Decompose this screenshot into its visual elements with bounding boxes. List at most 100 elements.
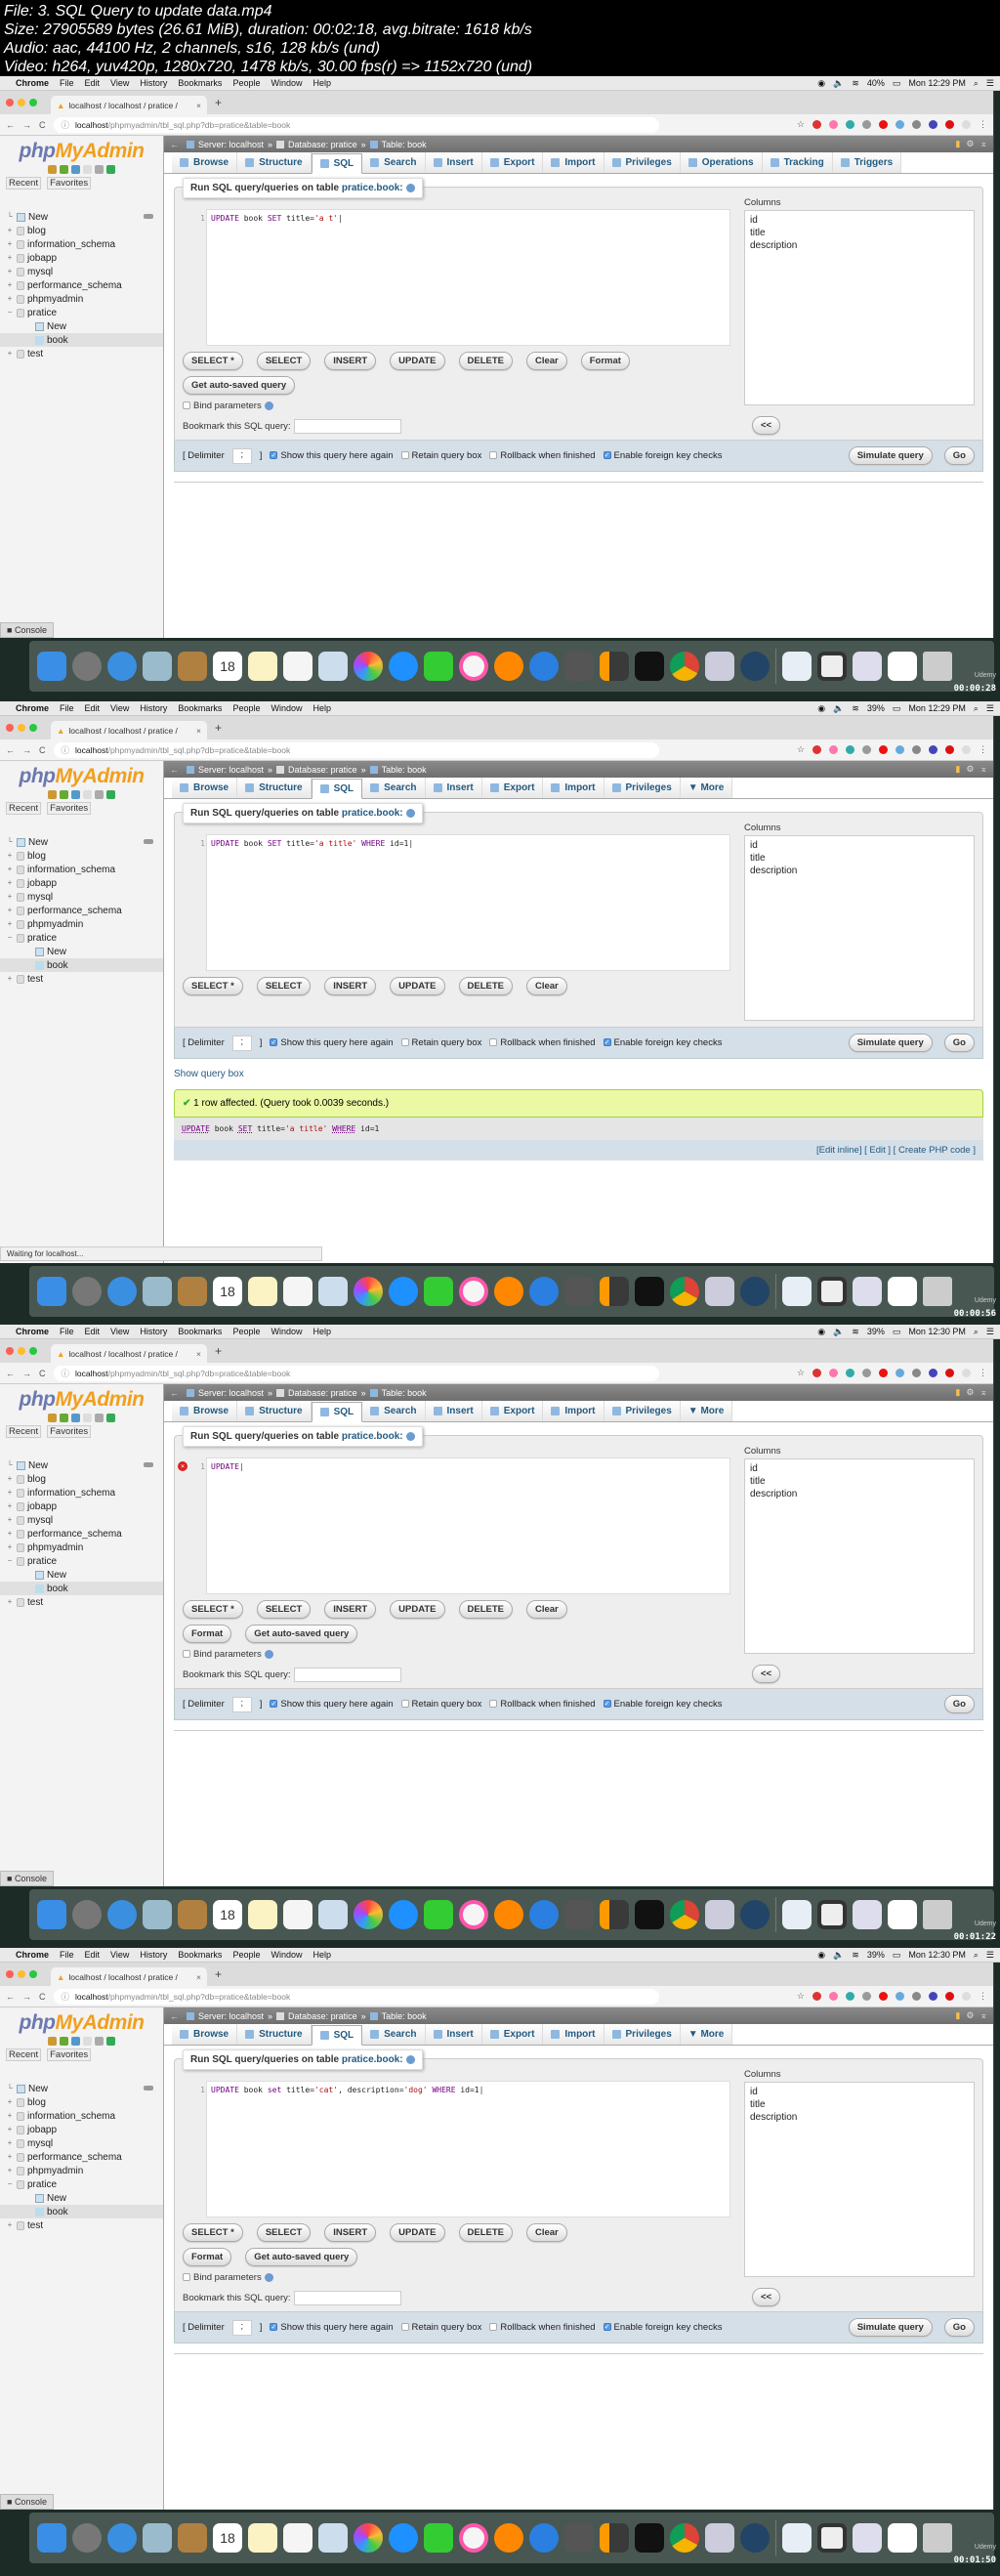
info-icon[interactable]: ⓘ	[62, 119, 70, 131]
menu-bookmarks[interactable]: Bookmarks	[178, 78, 222, 88]
opera-icon[interactable]	[879, 1992, 888, 2001]
collapse-top-icon[interactable]: ⌅	[979, 139, 987, 149]
menu-window[interactable]: Window	[271, 1950, 302, 1960]
tab-import[interactable]: Import	[543, 2024, 604, 2045]
reload-nav-icon[interactable]	[106, 1414, 115, 1422]
tab-browse[interactable]: Browse	[172, 778, 238, 798]
retain-checkbox[interactable]	[400, 1700, 409, 1709]
delimiter-input[interactable]: ;	[231, 2319, 252, 2336]
collapse-top-icon[interactable]: ⌅	[979, 2010, 987, 2021]
tree-item-pratice[interactable]: − pratice	[0, 306, 163, 319]
extension-icon[interactable]	[812, 120, 821, 129]
option-rollback[interactable]: Rollback when finished	[489, 450, 596, 461]
collapse-icon[interactable]: −	[6, 2180, 14, 2188]
lock-icon[interactable]: ▮	[955, 2010, 960, 2021]
extension-icon[interactable]	[896, 120, 904, 129]
preview-icon[interactable]	[318, 1900, 348, 1929]
expand-icon[interactable]: +	[6, 2098, 14, 2106]
sql-editor[interactable]: 1 UPDATE book SET title='a title' WHERE i…	[200, 834, 730, 971]
help-icon[interactable]	[71, 2037, 80, 2046]
spotlight-icon[interactable]: ⌕	[974, 1327, 979, 1337]
tree-item-mysql[interactable]: + mysql	[0, 265, 163, 278]
breadcrumb-server[interactable]: Server: localhost	[198, 1388, 264, 1398]
window-thumbnail[interactable]	[817, 652, 847, 681]
system-preferences-icon[interactable]	[564, 652, 594, 681]
tab-search[interactable]: Search	[362, 1401, 426, 1421]
tree-item-jobapp[interactable]: + jobapp	[0, 1499, 163, 1513]
delete-button[interactable]: DELETE	[458, 2223, 513, 2242]
select-button[interactable]: SELECT	[256, 2223, 312, 2242]
tab-structure[interactable]: Structure	[237, 2024, 312, 2045]
menu-help[interactable]: Help	[312, 1327, 331, 1336]
tree-item-pratice[interactable]: − pratice	[0, 2177, 163, 2191]
contacts-icon[interactable]	[178, 1900, 207, 1929]
breadcrumb-server[interactable]: Server: localhost	[198, 765, 264, 775]
breadcrumb-database[interactable]: Database: pratice	[288, 2011, 357, 2021]
rollback-checkbox[interactable]	[489, 1700, 498, 1709]
facetime-icon[interactable]	[424, 1277, 453, 1306]
tab-export[interactable]: Export	[481, 778, 544, 798]
reload-nav-icon[interactable]	[106, 165, 115, 174]
bookmark-star-icon[interactable]: ☆	[797, 744, 805, 755]
tree-item-blog[interactable]: + blog	[0, 224, 163, 237]
simulate-query-button[interactable]: Simulate query	[848, 446, 933, 465]
option-show-again[interactable]: ✓ Show this query here again	[270, 1699, 394, 1710]
maximize-window-button[interactable]	[29, 1347, 37, 1355]
profile-icon[interactable]	[962, 120, 971, 129]
option-fk-checks[interactable]: ✓ Enable foreign key checks	[603, 2322, 722, 2333]
logout-icon[interactable]	[60, 165, 68, 174]
menu-history[interactable]: History	[140, 703, 167, 713]
extension-icon[interactable]	[929, 120, 938, 129]
docs-icon[interactable]	[83, 2037, 92, 2046]
menu-view[interactable]: View	[110, 1950, 129, 1960]
insert-button[interactable]: INSERT	[324, 352, 377, 370]
sublime-text-icon[interactable]	[600, 652, 629, 681]
launchpad-icon[interactable]	[72, 652, 102, 681]
fk-checks-checkbox[interactable]: ✓	[603, 451, 611, 460]
app-store-icon[interactable]	[529, 652, 559, 681]
photos-icon[interactable]	[354, 652, 383, 681]
utility-icon[interactable]	[705, 2523, 734, 2553]
column-option[interactable]: description	[750, 239, 969, 252]
select-star-button[interactable]: SELECT *	[183, 977, 243, 995]
window-thumbnail[interactable]	[888, 1900, 917, 1929]
expand-icon[interactable]: +	[6, 227, 14, 234]
gear-icon[interactable]: ⚙	[966, 764, 974, 775]
spotlight-icon[interactable]: ⌕	[974, 78, 979, 89]
document-icon[interactable]	[782, 2523, 812, 2553]
browser-tab[interactable]: ▲ localhost / localhost / pratice / ×	[51, 1967, 207, 1986]
extension-icon[interactable]	[862, 1369, 871, 1377]
expand-icon[interactable]: +	[6, 975, 14, 983]
camera-icon[interactable]	[912, 120, 921, 129]
simulate-query-button[interactable]: Simulate query	[848, 1034, 933, 1052]
extension-icon[interactable]	[929, 1992, 938, 2001]
menu-view[interactable]: View	[110, 703, 129, 713]
clock[interactable]: Mon 12:29 PM	[908, 703, 966, 713]
menu-edit[interactable]: Edit	[85, 78, 101, 88]
notification-center-icon[interactable]: ☰	[986, 703, 994, 714]
window-thumbnail[interactable]	[817, 1900, 847, 1929]
expand-icon[interactable]: +	[6, 1598, 14, 1606]
menu-window[interactable]: Window	[271, 1327, 302, 1336]
extension-icon[interactable]	[945, 745, 954, 754]
mail-icon[interactable]	[143, 2523, 172, 2553]
trash-icon[interactable]	[923, 652, 952, 681]
calendar-icon[interactable]: 18	[213, 1277, 242, 1306]
back-arrow-icon[interactable]: ←	[170, 765, 179, 775]
quicktime-icon[interactable]	[740, 1277, 770, 1306]
reload-button[interactable]: C	[39, 1369, 46, 1378]
system-preferences-icon[interactable]	[564, 2523, 594, 2553]
back-button[interactable]: ←	[6, 120, 15, 130]
help-icon[interactable]	[71, 1414, 80, 1422]
window-thumbnail[interactable]	[817, 2523, 847, 2553]
tree-item-new[interactable]: New	[0, 1568, 163, 1582]
menu-people[interactable]: People	[232, 703, 260, 713]
go-button[interactable]: Go	[943, 446, 975, 465]
itunes-icon[interactable]	[459, 1277, 488, 1306]
expand-icon[interactable]: +	[6, 254, 14, 262]
chrome-icon[interactable]	[670, 2523, 699, 2553]
tree-item-book[interactable]: book	[0, 1582, 163, 1595]
recent-tab[interactable]: Recent	[6, 802, 42, 815]
expand-icon[interactable]: +	[6, 1489, 14, 1497]
select-button[interactable]: SELECT	[256, 977, 312, 995]
